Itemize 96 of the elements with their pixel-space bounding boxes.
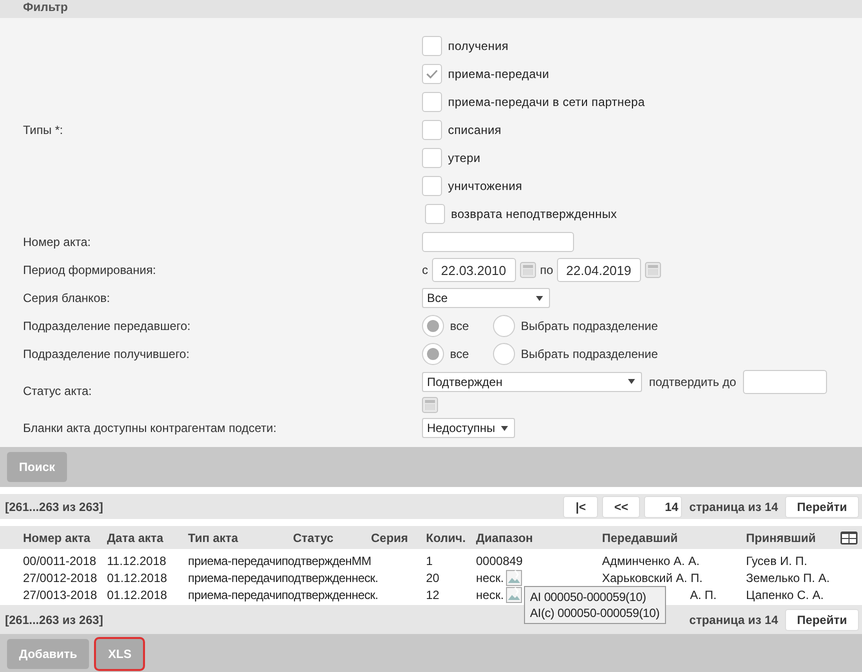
radio-label: Выбрать подразделение xyxy=(520,319,658,333)
checkbox-label: приема-передачи xyxy=(448,67,550,81)
field-label: Типы *: xyxy=(23,122,64,139)
act-number-field[interactable] xyxy=(422,232,574,252)
table-cell: Харьковский А. П. xyxy=(602,570,703,584)
table-cell: 01.12.2018 xyxy=(107,570,168,584)
date-field[interactable]: 22.04.2019 xyxy=(557,258,642,282)
table-cell: приема-передачи xyxy=(188,554,282,568)
radio-button[interactable] xyxy=(492,315,515,337)
checkbox[interactable] xyxy=(422,120,442,140)
date-field[interactable] xyxy=(743,370,828,394)
checkbox-label: уничтожения xyxy=(448,179,522,193)
table-cell: неск. xyxy=(476,570,504,584)
radio-label: все xyxy=(450,347,469,361)
checkbox-label: приема-передачи в сети партнера xyxy=(448,95,645,109)
from-label: с xyxy=(422,263,428,277)
table-cell: 0000849 xyxy=(476,554,523,568)
table-cell: 01.12.2018 xyxy=(107,588,168,602)
go-button[interactable]: Перейти xyxy=(785,608,859,630)
table-cell: неск. xyxy=(476,588,504,602)
checkbox[interactable] xyxy=(422,64,442,84)
first-page-button[interactable]: |< xyxy=(563,496,598,518)
table-cell: неск. xyxy=(352,588,378,602)
tooltip-text: AI(c) 000050-000059(10) xyxy=(530,605,660,621)
radio-button[interactable] xyxy=(422,343,444,365)
radio-label: Выбрать подразделение xyxy=(520,347,658,361)
dropdown-caret-icon xyxy=(536,296,543,300)
checkbox[interactable] xyxy=(422,36,442,56)
calendar-icon[interactable] xyxy=(520,262,536,278)
table-cell: подтвержден xyxy=(282,554,352,568)
column-header[interactable]: Колич. xyxy=(426,530,476,544)
table-cell: 20 xyxy=(426,570,440,584)
field-label: Серия бланков: xyxy=(23,290,111,307)
table-cell: 1 xyxy=(426,554,433,568)
field-label: Подразделение передавшего: xyxy=(23,318,192,335)
calendar-icon[interactable] xyxy=(645,262,662,278)
checkbox[interactable] xyxy=(422,176,442,196)
column-header[interactable]: Передавший xyxy=(602,530,746,544)
field-label: подтвердить до xyxy=(649,374,736,388)
table-cell: 11.12.2018 xyxy=(107,554,166,568)
column-header[interactable]: Диапазон xyxy=(476,530,602,544)
checkbox[interactable] xyxy=(422,92,442,112)
checkbox[interactable] xyxy=(422,148,442,168)
table-cell: 27/0012-2018 xyxy=(23,570,98,584)
table-cell: подтвержден xyxy=(282,588,352,602)
checkbox-label: возврата неподтвержденных xyxy=(451,207,617,221)
column-header[interactable]: Дата акта xyxy=(107,530,188,544)
table-cell: Цапенко С. А. xyxy=(746,588,824,602)
to-label: по xyxy=(540,263,554,277)
checkbox-label: получения xyxy=(448,39,508,53)
checkbox-label: списания xyxy=(448,123,502,137)
field-label: Номер акта: xyxy=(23,234,92,251)
table-cell: приема-передачи xyxy=(188,570,282,584)
date-field[interactable]: 22.03.2010 xyxy=(432,258,516,282)
dropdown[interactable]: Подтвержден xyxy=(422,372,642,392)
field-label: Подразделение получившего: xyxy=(23,346,190,363)
go-button[interactable]: Перейти xyxy=(785,496,859,518)
range-label: [261...263 из 263] xyxy=(5,500,104,514)
columns-icon[interactable] xyxy=(840,530,858,544)
column-header[interactable]: Статус xyxy=(293,530,371,544)
page-count-label: страница из 14 xyxy=(689,612,778,626)
column-header[interactable]: Принявший xyxy=(746,530,840,544)
table-cell: 12 xyxy=(426,588,440,602)
checkbox-label: утери xyxy=(448,151,480,165)
table-cell: А. П. xyxy=(690,588,717,602)
table-cell: 27/0013-2018 xyxy=(23,588,98,602)
calendar-icon[interactable] xyxy=(422,396,438,412)
field-label: Период формирования: xyxy=(23,262,158,279)
tooltip-text: AI 000050-000059(10) xyxy=(530,589,648,605)
dropdown-caret-icon xyxy=(628,379,635,384)
radio-button[interactable] xyxy=(492,343,515,365)
field-label: Бланки акта доступны контрагентам подсети: xyxy=(23,420,278,437)
section-title: Фильтр xyxy=(0,0,862,18)
page-count-label: страница из 14 xyxy=(689,500,778,514)
table-cell: ММ xyxy=(352,554,372,568)
column-header[interactable]: Тип акта xyxy=(188,530,293,544)
radio-label: все xyxy=(450,319,469,333)
dropdown-caret-icon xyxy=(501,426,508,430)
table-cell: Админченко А. А. xyxy=(602,554,700,568)
dropdown[interactable]: Все xyxy=(422,288,550,308)
radio-button[interactable] xyxy=(422,315,444,337)
column-header[interactable]: Номер акта xyxy=(23,530,107,544)
table-cell: неск. xyxy=(352,570,378,584)
table-cell: 00/0011-2018 xyxy=(23,554,96,568)
table-cell: Гусев И. П. xyxy=(746,554,808,568)
page-field[interactable]: 14 xyxy=(644,496,682,518)
table-cell: приема-передачи xyxy=(188,588,282,602)
checkbox[interactable] xyxy=(425,204,445,224)
table-cell: подтвержден xyxy=(282,570,352,584)
range-label: [261...263 из 263] xyxy=(5,612,104,626)
dropdown[interactable]: Недоступны xyxy=(422,418,516,438)
column-header[interactable]: Серия xyxy=(371,530,426,544)
checkmark-icon xyxy=(426,69,438,79)
table-cell: Земелько П. А. xyxy=(746,570,830,584)
field-label: Статус акта: xyxy=(23,383,93,400)
previous-page-button[interactable]: << xyxy=(602,496,640,518)
